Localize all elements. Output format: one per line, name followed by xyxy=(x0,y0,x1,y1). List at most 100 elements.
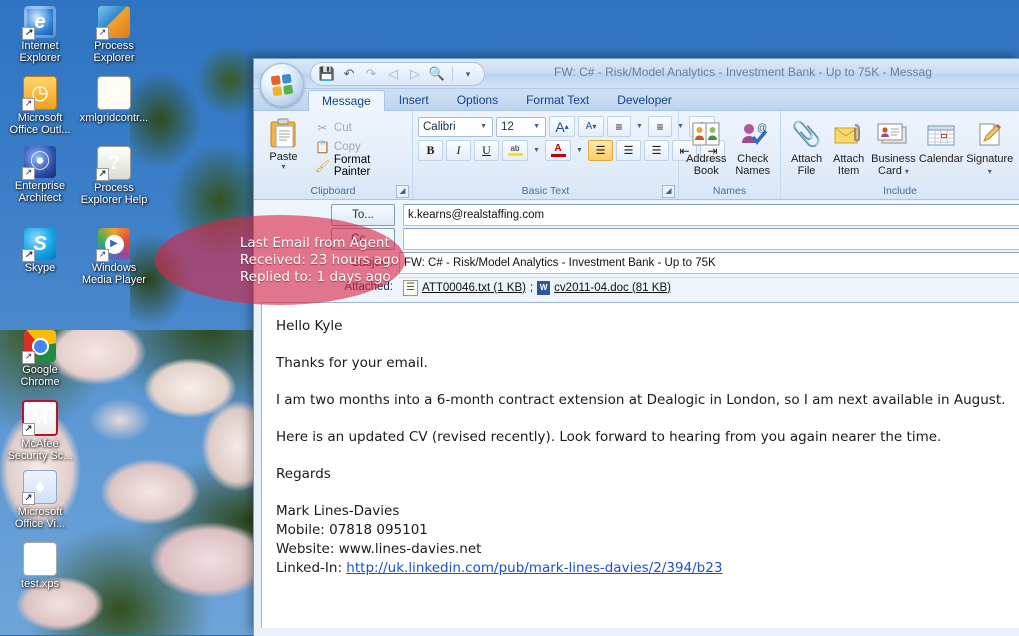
desktop-icon-label: Internet Explorer xyxy=(19,40,61,64)
xml-document-icon: § xyxy=(97,76,131,110)
font-size-combobox[interactable]: 12 ▼ xyxy=(496,116,546,137)
names-group-label: Names xyxy=(679,184,780,199)
customize-qat-chevron-down-icon[interactable]: ▾ xyxy=(458,65,478,83)
shortcut-overlay-icon: ↗ xyxy=(22,249,35,262)
signature-pencil-icon xyxy=(965,119,1014,151)
calendar-button[interactable]: Calendar xyxy=(918,117,965,165)
address-book-icon xyxy=(684,119,729,151)
copy-icon: 📋 xyxy=(314,139,330,154)
shortcut-overlay-icon: ↗ xyxy=(22,351,35,364)
check-names-button[interactable]: @ Check Names xyxy=(731,117,776,177)
include-group-label-text: Include xyxy=(883,185,917,197)
business-card-button[interactable]: Business Card ▾ xyxy=(870,117,917,177)
chevron-down-icon[interactable]: ▾ xyxy=(988,167,992,176)
desktop-icon-process-explorer[interactable]: ↗ Process Explorer xyxy=(78,6,150,64)
font-color-swatch xyxy=(550,154,566,157)
chevron-down-icon[interactable]: ▼ xyxy=(477,123,490,130)
bold-label: B xyxy=(426,143,435,157)
outlook-message-window: 💾 ↶ ↷ ◁ ▷ 🔍 ▾ FW: C# - Risk/Model Analyt… xyxy=(253,58,1019,636)
align-center-button[interactable]: ☰ xyxy=(616,140,641,161)
shrink-font-button[interactable]: A ▾ xyxy=(578,116,604,137)
tab-developer[interactable]: Developer xyxy=(603,89,686,110)
desktop-icon-microsoft-office-visio[interactable]: ♦ ↗ Microsoft Office Vi... xyxy=(4,470,76,530)
tab-message[interactable]: Message xyxy=(308,90,385,111)
attach-item-label: Attach Item xyxy=(833,153,865,177)
save-icon[interactable]: 💾 xyxy=(317,65,337,83)
format-painter-button[interactable]: 🖌 Format Painter xyxy=(312,154,407,178)
signature-button[interactable]: Signature ▾ xyxy=(965,117,1014,177)
attachment-link-1[interactable]: ATT00046.txt (1 KB) xyxy=(422,282,526,294)
office-button[interactable] xyxy=(260,63,304,107)
attach-item-button[interactable]: Attach Item xyxy=(828,117,869,177)
window-title: FW: C# - Risk/Model Analytics - Investme… xyxy=(554,65,932,79)
chevron-down-icon[interactable]: ▼ xyxy=(530,123,543,130)
signature-linkedin-row: Linked-In: http://uk.linkedin.com/pub/ma… xyxy=(276,559,1019,578)
font-name-combobox[interactable]: Calibri ▼ xyxy=(418,116,493,137)
paste-button[interactable]: Paste ▾ xyxy=(259,115,308,171)
calendar-icon xyxy=(918,119,965,151)
attachment-link-2[interactable]: cv2011-04.doc (81 KB) xyxy=(554,282,671,294)
window-title-bar[interactable]: 💾 ↶ ↷ ◁ ▷ 🔍 ▾ FW: C# - Risk/Model Analyt… xyxy=(254,59,1019,89)
next-item-icon[interactable]: ▷ xyxy=(405,65,425,83)
business-card-label: Business Card xyxy=(871,153,916,177)
chevron-down-icon[interactable]: ▾ xyxy=(905,167,909,176)
underline-button[interactable]: U xyxy=(474,140,499,161)
previous-item-icon[interactable]: ◁ xyxy=(383,65,403,83)
font-color-chevron-down-icon[interactable]: ▼ xyxy=(574,140,585,161)
envelope-attachment-icon xyxy=(828,119,869,151)
cut-button[interactable]: ✂ Cut xyxy=(312,118,407,137)
redo-icon[interactable]: ↷ xyxy=(361,65,381,83)
bold-button[interactable]: B xyxy=(418,140,443,161)
align-left-button[interactable]: ☰ xyxy=(588,140,613,161)
highlight-chevron-down-icon[interactable]: ▼ xyxy=(531,140,542,161)
font-color-button[interactable]: A xyxy=(545,140,571,161)
to-field[interactable]: k.kearns@realstaffing.com xyxy=(403,204,1019,226)
align-right-icon: ☰ xyxy=(651,145,662,157)
clipboard-dialog-launcher-icon[interactable]: ◢ xyxy=(396,185,409,198)
desktop-icon-google-chrome[interactable]: ↗ Google Chrome xyxy=(4,330,76,388)
signature-label: Signature xyxy=(966,153,1014,165)
desktop-icon-xmlgridcontrol[interactable]: § xmlgridcontr... xyxy=(78,76,150,124)
linkedin-link[interactable]: http://uk.linkedin.com/pub/mark-lines-da… xyxy=(346,560,722,576)
message-body[interactable]: Hello Kyle Thanks for your email. I am t… xyxy=(261,302,1019,628)
text-highlight-button[interactable]: ab xyxy=(502,140,528,161)
address-book-button[interactable]: Address Book xyxy=(684,117,729,177)
desktop-icon-label: Microsoft Office Outl... xyxy=(9,112,71,136)
attach-file-label: Attach File xyxy=(790,153,823,177)
chevron-down-icon[interactable]: ▾ xyxy=(259,163,308,171)
undo-icon[interactable]: ↶ xyxy=(339,65,359,83)
align-right-button[interactable]: ☰ xyxy=(644,140,669,161)
desktop-icon-windows-media-player[interactable]: ▶ ↗ Windows Media Player xyxy=(78,228,150,286)
numbering-button[interactable]: ≡ xyxy=(648,116,672,137)
italic-button[interactable]: I xyxy=(446,140,471,161)
numbered-list-icon: ≡ xyxy=(656,119,664,134)
grow-font-button[interactable]: A ▴ xyxy=(549,116,575,137)
mcafee-icon: M ↗ xyxy=(22,400,58,436)
bullets-chevron-down-icon[interactable]: ▼ xyxy=(634,116,645,137)
attachments-field[interactable]: ☰ ATT00046.txt (1 KB) ; W cv2011-04.doc … xyxy=(399,276,1019,298)
subject-field[interactable]: FW: C# - Risk/Model Analytics - Investme… xyxy=(399,252,1019,274)
highlight-color-swatch xyxy=(507,153,523,156)
tab-insert[interactable]: Insert xyxy=(385,89,443,110)
desktop-icon-test-xps[interactable]: ◂ test.xps xyxy=(4,542,76,590)
desktop-icon-mcafee-security-scan[interactable]: M ↗ McAfee Security Sc... xyxy=(4,400,76,462)
attach-file-button[interactable]: 📎 Attach File xyxy=(786,117,827,178)
paste-icon xyxy=(259,117,308,149)
cc-button[interactable]: Cc... xyxy=(331,228,395,250)
ribbon-group-include: 📎 Attach File Attach Item Business Card … xyxy=(781,111,1019,199)
cc-row: Cc... xyxy=(254,228,1019,250)
cc-field[interactable] xyxy=(403,228,1019,250)
desktop-icon-skype[interactable]: S ↗ Skype xyxy=(4,228,76,274)
desktop-icon-enterprise-architect[interactable]: ⦿ ↗ Enterprise Architect xyxy=(4,146,76,204)
to-button[interactable]: To... xyxy=(331,204,395,226)
tab-format-text[interactable]: Format Text xyxy=(512,89,603,110)
print-preview-icon[interactable]: 🔍 xyxy=(427,65,447,83)
bullets-button[interactable]: ≡ xyxy=(607,116,631,137)
body-paragraph-3: Here is an updated CV (revised recently)… xyxy=(276,429,942,445)
desktop-icon-internet-explorer[interactable]: e ↗ Internet Explorer xyxy=(4,6,76,64)
tab-options[interactable]: Options xyxy=(443,89,512,110)
basic-text-dialog-launcher-icon[interactable]: ◢ xyxy=(662,185,675,198)
desktop-icon-microsoft-office-outlook[interactable]: ◷ ↗ Microsoft Office Outl... xyxy=(4,76,76,136)
body-paragraph-2: I am two months into a 6-month contract … xyxy=(276,392,1006,408)
desktop-icon-process-explorer-help[interactable]: ? ↗ Process Explorer Help xyxy=(78,146,150,206)
